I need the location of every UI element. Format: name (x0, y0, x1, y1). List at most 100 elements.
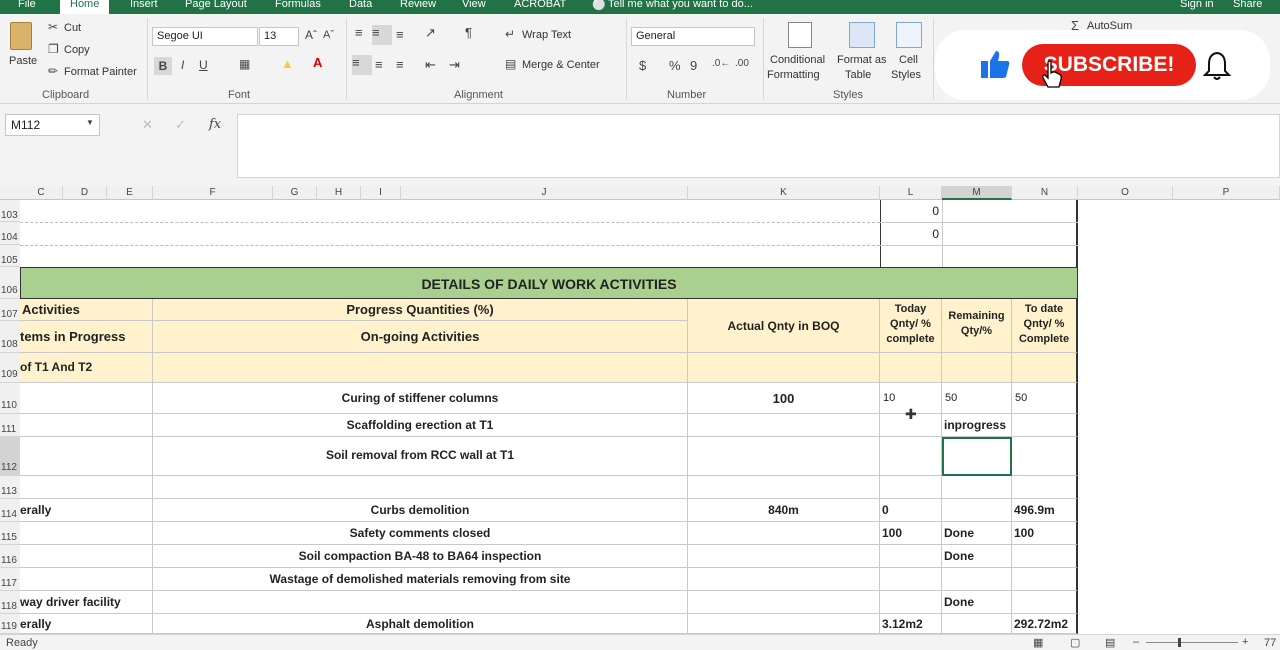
row-header-115[interactable]: 115 (0, 522, 20, 545)
align-top-icon[interactable]: ≡ (355, 25, 363, 40)
col-l[interactable]: L (880, 186, 942, 200)
cell-l109[interactable] (880, 353, 942, 383)
table-label[interactable]: Table (845, 69, 871, 81)
cut-icon[interactable]: ✂ (48, 20, 58, 34)
text-direction-icon[interactable]: ¶ (465, 25, 472, 40)
tab-formulas[interactable]: Formulas (275, 0, 321, 10)
cell-k119[interactable] (688, 614, 880, 634)
tab-view[interactable]: View (462, 0, 486, 10)
cell-desc-117[interactable]: Wastage of demolished materials removing… (153, 568, 688, 591)
row-header-108[interactable]: 108 (0, 321, 20, 353)
zoom-slider[interactable] (1146, 642, 1238, 643)
cell-k110[interactable]: 100 (688, 383, 880, 414)
cell-n117[interactable] (1012, 568, 1078, 591)
cell-l115[interactable]: 100 (880, 522, 942, 545)
row-header-118[interactable]: 118 (0, 591, 20, 614)
cell-l113[interactable] (880, 476, 942, 499)
cell-m117[interactable] (942, 568, 1012, 591)
bell-icon[interactable] (1202, 50, 1232, 82)
header-to-date-qnty[interactable]: To date Qnty/ % Complete (1012, 299, 1078, 353)
cell-m111[interactable]: inprogress (942, 414, 1012, 437)
row-header-114[interactable]: 114 (0, 499, 20, 522)
cell-desc-115[interactable]: Safety comments closed (153, 522, 688, 545)
col-k[interactable]: K (688, 186, 880, 200)
header-today-qnty[interactable]: Today Qnty/ % complete (880, 299, 942, 353)
merge-center-button[interactable]: Merge & Center (522, 59, 600, 71)
share-button[interactable]: Share (1233, 0, 1262, 10)
currency-button[interactable]: $ (639, 58, 646, 73)
row-header-111[interactable]: 111 (0, 414, 20, 437)
copy-button[interactable]: Copy (64, 44, 90, 56)
row-header-107[interactable]: 107 (0, 299, 20, 321)
cell-n114[interactable]: 496.9m (1012, 499, 1078, 522)
cell-desc-119[interactable]: Asphalt demolition (153, 614, 688, 634)
cell-l116[interactable] (880, 545, 942, 568)
tab-data[interactable]: Data (349, 0, 372, 10)
formula-input[interactable] (237, 114, 1280, 178)
align-right-icon[interactable]: ≡ (396, 57, 404, 72)
cell-label[interactable]: Cell (899, 54, 918, 66)
cell-l119[interactable]: 3.12m2 (880, 614, 942, 634)
tab-home[interactable]: Home (60, 0, 110, 14)
cell-c118[interactable]: way driver facility (20, 591, 153, 614)
italic-button[interactable]: I (181, 58, 184, 72)
format-painter-button[interactable]: Format Painter (64, 66, 137, 78)
banner-title[interactable]: DETAILS OF DAILY WORK ACTIVITIES (20, 267, 1078, 299)
zoom-level[interactable]: 77 (1264, 637, 1276, 649)
tell-me-input[interactable]: Tell me what you want to do... (608, 0, 753, 10)
align-center-icon[interactable]: ≡ (375, 57, 383, 72)
col-h[interactable]: H (317, 186, 361, 200)
cell-c113[interactable] (20, 476, 153, 499)
formatting-label[interactable]: Formatting (767, 69, 820, 81)
row-header-104[interactable]: 104 (0, 222, 20, 245)
col-m[interactable]: M (942, 186, 1012, 200)
borders-icon[interactable]: ▦ (239, 57, 250, 71)
cell-k112[interactable] (688, 437, 880, 476)
tab-page-layout[interactable]: Page Layout (185, 0, 247, 10)
comma-button[interactable]: 9 (690, 58, 697, 73)
row-header-103[interactable]: 103 (0, 200, 20, 222)
col-d[interactable]: D (63, 186, 107, 200)
cell-k114[interactable]: 840m (688, 499, 880, 522)
cell-c119[interactable]: erally (20, 614, 153, 634)
zoom-out-button[interactable]: – (1133, 636, 1139, 648)
row-header-119[interactable]: 119 (0, 614, 20, 634)
header-items-in-progress[interactable]: tems in Progress (20, 321, 153, 353)
paste-button[interactable]: Paste (9, 55, 37, 67)
tab-insert[interactable]: Insert (130, 0, 158, 10)
cell-m119[interactable] (942, 614, 1012, 634)
bold-button[interactable]: B (154, 57, 172, 75)
tab-acrobat[interactable]: ACROBAT (514, 0, 566, 10)
cell-n110[interactable]: 50 (1012, 383, 1078, 414)
col-j[interactable]: J (401, 186, 688, 200)
font-name-dropdown[interactable]: Segoe UI (152, 27, 258, 46)
zoom-in-button[interactable]: + (1242, 636, 1248, 648)
format-painter-icon[interactable]: ✏ (48, 64, 58, 78)
cell-desc-116[interactable]: Soil compaction BA-48 to BA64 inspection (153, 545, 688, 568)
font-size-dropdown[interactable]: 13 (259, 27, 299, 46)
cell-m116[interactable]: Done (942, 545, 1012, 568)
cell-k115[interactable] (688, 522, 880, 545)
cell-n111[interactable] (1012, 414, 1078, 437)
cell-l117[interactable] (880, 568, 942, 591)
copy-icon[interactable]: ❐ (48, 42, 59, 56)
row-header-106[interactable]: 106 (0, 267, 20, 299)
row-header-109[interactable]: 109 (0, 353, 20, 383)
cell-l114[interactable]: 0 (880, 499, 942, 522)
decrease-font-icon[interactable]: Aˇ (323, 29, 334, 41)
align-left-icon[interactable]: ≡ (352, 55, 372, 75)
cell-n119[interactable]: 292.72m2 (1012, 614, 1078, 634)
row-header-117[interactable]: 117 (0, 568, 20, 591)
cell-desc-111[interactable]: Scaffolding erection at T1 (153, 414, 688, 437)
cell-l112[interactable] (880, 437, 942, 476)
col-c[interactable]: C (20, 186, 63, 200)
cell-m114[interactable] (942, 499, 1012, 522)
spreadsheet-grid[interactable]: 0 0 DETAILS OF DAILY WORK ACTIVITIES Act… (20, 200, 1280, 634)
col-e[interactable]: E (107, 186, 153, 200)
decrease-indent-icon[interactable]: ⇤ (425, 57, 436, 73)
wrap-text-button[interactable]: Wrap Text (522, 29, 571, 41)
cell-l104[interactable]: 0 (880, 227, 942, 243)
cell-c110[interactable] (20, 383, 153, 414)
decrease-decimal-icon[interactable]: .00 (735, 58, 749, 69)
cell-n118[interactable] (1012, 591, 1078, 614)
